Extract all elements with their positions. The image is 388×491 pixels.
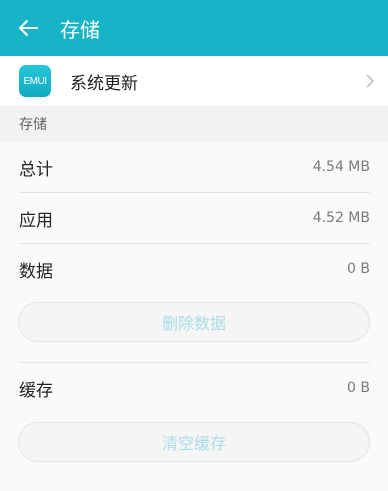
total-value: 4.54 MB	[312, 159, 370, 175]
app-icon-label: EMUI	[23, 75, 48, 87]
page-title: 存储	[60, 17, 100, 42]
app-size-value: 4.52 MB	[312, 210, 370, 226]
chevron-right-icon	[352, 73, 388, 89]
total-row: 总计 4.54 MB	[19, 142, 370, 192]
arrow-left-icon	[19, 20, 38, 36]
app-name: 系统更新	[70, 73, 138, 94]
app-info-row[interactable]: EMUI 系统更新	[0, 56, 388, 106]
cache-value: 0 B	[347, 380, 370, 396]
data-size-value: 0 B	[347, 261, 370, 277]
cache-label: 缓存	[19, 380, 53, 401]
app-icon: EMUI	[19, 65, 51, 97]
clear-data-button[interactable]: 删除数据	[18, 302, 370, 342]
data-size-row: 数据 0 B	[19, 244, 370, 294]
cache-row: 缓存 0 B	[19, 363, 370, 413]
app-size-row: 应用 4.52 MB	[19, 193, 370, 243]
app-size-label: 应用	[19, 210, 53, 231]
storage-list: 总计 4.54 MB 应用 4.52 MB 数据 0 B 删除数据 缓存 0 B…	[0, 142, 388, 491]
total-label: 总计	[19, 159, 53, 180]
back-button[interactable]	[0, 0, 56, 56]
clear-cache-button[interactable]: 清空缓存	[18, 422, 370, 462]
storage-section-header: 存储	[0, 106, 388, 142]
clear-data-label: 删除数据	[161, 314, 226, 333]
clear-cache-label: 清空缓存	[161, 434, 226, 453]
app-bar: 存储	[0, 0, 388, 56]
data-size-label: 数据	[19, 261, 53, 282]
section-label: 存储	[19, 117, 47, 133]
